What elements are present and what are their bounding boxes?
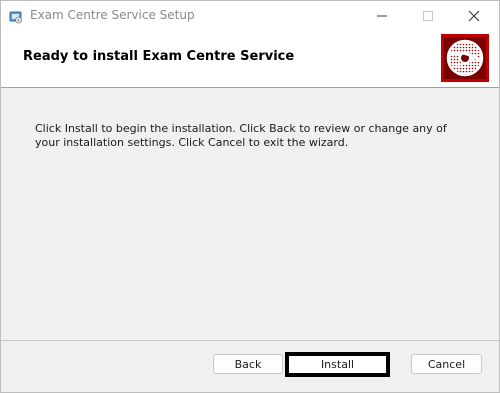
close-icon[interactable] [451,1,497,31]
back-button[interactable]: Back [213,354,283,374]
setup-window: Exam Centre Service Setup Ready to insta… [0,0,500,393]
title-bar[interactable]: Exam Centre Service Setup [1,1,499,31]
footer-divider [1,340,499,341]
install-button[interactable]: Install [285,352,390,377]
instructions-text: Click Install to begin the installation.… [35,122,447,149]
installer-icon [9,9,23,24]
cd-disc-icon [441,34,489,82]
window-title: Exam Centre Service Setup [30,8,195,22]
header-banner: Ready to install Exam Centre Service [1,31,499,88]
minimize-icon[interactable] [359,1,405,31]
cancel-button[interactable]: Cancel [411,354,482,374]
page-title: Ready to install Exam Centre Service [23,49,295,64]
maximize-icon [405,1,451,31]
